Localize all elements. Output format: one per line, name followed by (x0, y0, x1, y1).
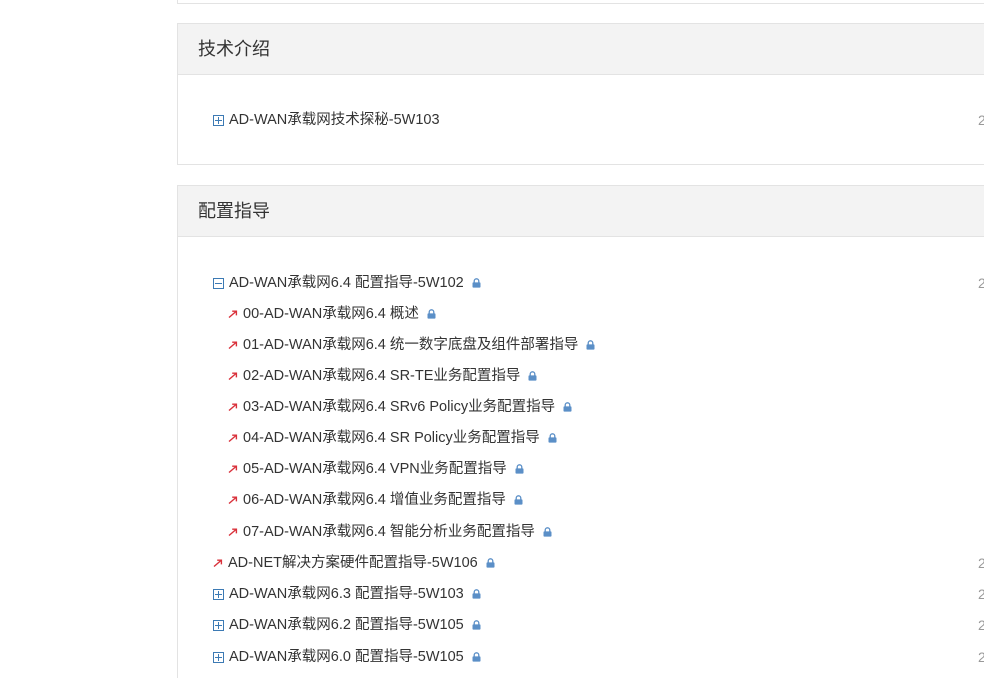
red-arrow-icon (228, 309, 239, 319)
lock-icon (514, 495, 523, 505)
doc-subitem[interactable]: 06-AD-WAN承载网6.4 增值业务配置指导 (228, 490, 523, 510)
lock-icon (472, 652, 481, 662)
doc-item-date: 2 (978, 617, 984, 633)
doc-item-label[interactable]: AD-WAN承载网6.4 配置指导-5W102 (229, 273, 464, 293)
red-arrow-icon (213, 558, 224, 568)
plus-box-icon[interactable] (213, 651, 224, 663)
doc-item[interactable]: AD-WAN承载网6.0 配置指导-5W105 2 (213, 647, 984, 667)
doc-item-label[interactable]: AD-WAN承载网技术探秘-5W103 (229, 110, 440, 130)
doc-item-label[interactable]: AD-NET解决方案硬件配置指导-5W106 (228, 553, 478, 573)
red-arrow-icon (228, 527, 239, 537)
previous-panel-bottom (177, 0, 984, 4)
doc-item-expanded[interactable]: AD-WAN承载网6.4 配置指导-5W102 2 (213, 273, 984, 293)
red-arrow-icon (228, 340, 239, 350)
document-list-page: 技术介绍 AD-WAN承载网技术探秘-5W103 2 配置指导 AD-WAN承载… (0, 0, 984, 678)
lock-icon (472, 589, 481, 599)
doc-item[interactable]: AD-WAN承载网6.2 配置指导-5W105 2 (213, 615, 984, 635)
doc-subitem-label[interactable]: 07-AD-WAN承载网6.4 智能分析业务配置指导 (243, 522, 535, 542)
lock-icon (548, 433, 557, 443)
doc-item-date: 2 (978, 112, 984, 128)
minus-box-icon[interactable] (213, 277, 224, 289)
section-title: 技术介绍 (178, 24, 984, 75)
red-arrow-icon (228, 402, 239, 412)
doc-item[interactable]: AD-WAN承载网6.3 配置指导-5W103 2 (213, 584, 984, 604)
red-arrow-icon (228, 464, 239, 474)
lock-icon (563, 402, 572, 412)
plus-box-icon[interactable] (213, 619, 224, 631)
doc-item-label[interactable]: AD-WAN承载网6.3 配置指导-5W103 (229, 584, 464, 604)
lock-icon (472, 620, 481, 630)
lock-icon (586, 340, 595, 350)
lock-icon (543, 527, 552, 537)
red-arrow-icon (228, 371, 239, 381)
doc-item[interactable]: AD-NET解决方案硬件配置指导-5W106 2 (213, 553, 984, 573)
doc-subitem-label[interactable]: 05-AD-WAN承载网6.4 VPN业务配置指导 (243, 459, 507, 479)
lock-icon (427, 309, 436, 319)
section-tech-intro: 技术介绍 AD-WAN承载网技术探秘-5W103 2 (177, 23, 984, 165)
doc-item-label[interactable]: AD-WAN承载网6.2 配置指导-5W105 (229, 615, 464, 635)
doc-item-date: 2 (978, 275, 984, 291)
doc-item-date: 2 (978, 649, 984, 665)
red-arrow-icon (228, 495, 239, 505)
section-title: 配置指导 (178, 186, 984, 237)
section-config-guide: 配置指导 AD-WAN承载网6.4 配置指导-5W102 2 00-AD-WAN… (177, 185, 984, 678)
lock-icon (528, 371, 537, 381)
doc-item[interactable]: AD-WAN承载网技术探秘-5W103 2 (213, 110, 984, 130)
doc-subitem-label[interactable]: 04-AD-WAN承载网6.4 SR Policy业务配置指导 (243, 428, 540, 448)
lock-icon (515, 464, 524, 474)
doc-subitem-label[interactable]: 03-AD-WAN承载网6.4 SRv6 Policy业务配置指导 (243, 397, 555, 417)
doc-subitem[interactable]: 00-AD-WAN承载网6.4 概述 (228, 304, 436, 324)
red-arrow-icon (228, 433, 239, 443)
doc-subitem[interactable]: 02-AD-WAN承载网6.4 SR-TE业务配置指导 (228, 366, 537, 386)
doc-item-date: 2 (978, 586, 984, 602)
plus-box-icon[interactable] (213, 114, 224, 126)
doc-subitem[interactable]: 01-AD-WAN承载网6.4 统一数字底盘及组件部署指导 (228, 335, 595, 355)
doc-subitem-label[interactable]: 06-AD-WAN承载网6.4 增值业务配置指导 (243, 490, 506, 510)
doc-subitem-label[interactable]: 01-AD-WAN承载网6.4 统一数字底盘及组件部署指导 (243, 335, 578, 355)
lock-icon (486, 558, 495, 568)
doc-subitem[interactable]: 07-AD-WAN承载网6.4 智能分析业务配置指导 (228, 522, 552, 542)
plus-box-icon[interactable] (213, 588, 224, 600)
doc-subitem[interactable]: 03-AD-WAN承载网6.4 SRv6 Policy业务配置指导 (228, 397, 572, 417)
doc-subitem[interactable]: 05-AD-WAN承载网6.4 VPN业务配置指导 (228, 459, 524, 479)
doc-item-label[interactable]: AD-WAN承载网6.0 配置指导-5W105 (229, 647, 464, 667)
doc-subitem-label[interactable]: 02-AD-WAN承载网6.4 SR-TE业务配置指导 (243, 366, 520, 386)
lock-icon (472, 278, 481, 288)
doc-subitem[interactable]: 04-AD-WAN承载网6.4 SR Policy业务配置指导 (228, 428, 557, 448)
doc-subitem-label[interactable]: 00-AD-WAN承载网6.4 概述 (243, 304, 419, 324)
doc-item-date: 2 (978, 555, 984, 571)
